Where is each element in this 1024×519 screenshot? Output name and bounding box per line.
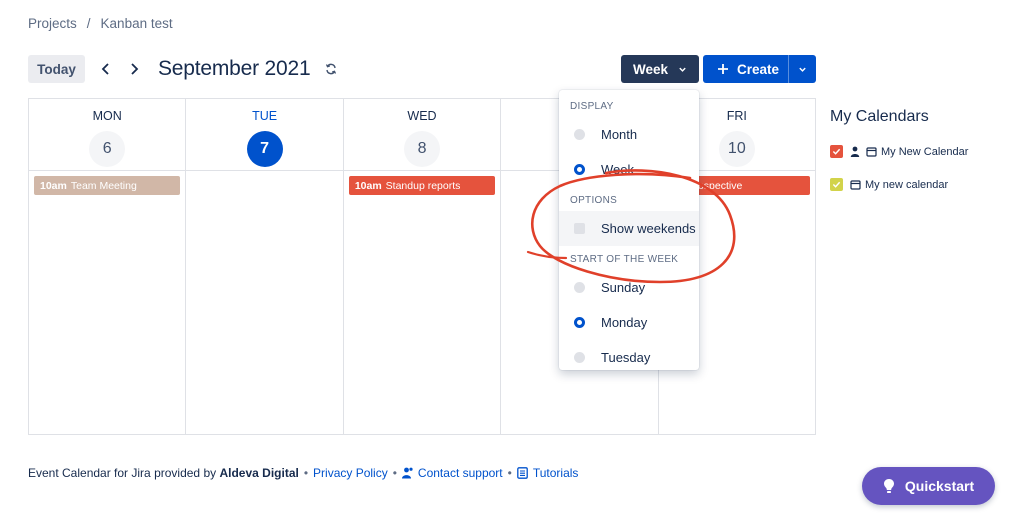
- event-title: Standup reports: [385, 179, 461, 192]
- day-column-tue[interactable]: TUE 7: [186, 99, 344, 434]
- plus-icon: [718, 64, 728, 74]
- create-menu-button[interactable]: [788, 55, 816, 83]
- radio-tuesday[interactable]: [574, 352, 585, 363]
- person-icon: [849, 146, 861, 158]
- start-option-sunday[interactable]: Sunday: [559, 270, 699, 305]
- calendar-name: My New Calendar: [881, 145, 969, 158]
- calendar-event[interactable]: 10am Standup reports: [348, 176, 496, 195]
- create-button[interactable]: Create: [703, 55, 788, 83]
- show-weekends-option[interactable]: Show weekends: [559, 211, 699, 246]
- create-button-group: Create: [703, 55, 816, 83]
- show-weekends-checkbox[interactable]: [574, 223, 585, 234]
- event-time: 10am: [354, 179, 382, 192]
- view-options-dropdown: DISPLAY Month Week OPTIONS Show weekends…: [559, 90, 699, 370]
- calendar-checkbox[interactable]: [830, 145, 843, 158]
- calendar-icon: [849, 179, 861, 191]
- lightbulb-icon: [883, 479, 894, 493]
- view-select-label: Week: [632, 61, 669, 77]
- day-number-today[interactable]: 7: [246, 131, 283, 167]
- day-header: MON 6: [29, 99, 186, 171]
- calendar-event[interactable]: 10am Team Meeting: [34, 176, 181, 195]
- chevron-down-icon: [799, 67, 806, 72]
- calendar-item[interactable]: My New Calendar: [830, 145, 968, 158]
- tutorials-icon: [517, 467, 529, 479]
- calendar-toolbar: Today September 2021: [28, 55, 340, 83]
- check-icon: [832, 181, 841, 188]
- create-button-label: Create: [737, 61, 780, 77]
- refresh-button[interactable]: [322, 60, 340, 78]
- show-weekends-label: Show weekends: [601, 221, 696, 236]
- chevron-down-icon: [679, 67, 686, 72]
- breadcrumb: Projects / Kanban test: [28, 16, 173, 31]
- day-column-mon[interactable]: MON 6 10am Team Meeting: [29, 99, 187, 434]
- day-header: TUE 7: [186, 99, 343, 171]
- radio-sunday[interactable]: [574, 282, 585, 293]
- next-week-button[interactable]: [120, 55, 148, 83]
- footer-product: Event Calendar for Jira: [28, 466, 151, 480]
- view-option-month[interactable]: Month: [559, 117, 699, 152]
- tutorials-link[interactable]: Tutorials: [533, 466, 579, 480]
- day-number[interactable]: 6: [89, 131, 126, 167]
- day-name: MON: [92, 109, 122, 123]
- footer: Event Calendar for Jira provided by Alde…: [28, 466, 578, 480]
- chevron-right-icon: [131, 63, 139, 75]
- calendar-item[interactable]: My new calendar: [830, 178, 948, 191]
- breadcrumb-projects[interactable]: Projects: [28, 16, 77, 31]
- view-option-month-label: Month: [601, 127, 638, 142]
- footer-separator: •: [392, 466, 397, 480]
- check-icon: [832, 148, 841, 155]
- chevron-left-icon: [101, 63, 109, 75]
- radio-week[interactable]: [574, 164, 585, 175]
- radio-monday[interactable]: [574, 317, 585, 328]
- view-option-week-label: Week: [601, 162, 634, 177]
- start-option-tuesday-label: Tuesday: [601, 350, 651, 365]
- quickstart-button[interactable]: Quickstart: [862, 467, 995, 505]
- start-option-monday[interactable]: Monday: [559, 305, 699, 340]
- footer-provided-by: provided by: [154, 466, 217, 480]
- day-number[interactable]: 10: [718, 131, 755, 167]
- day-number[interactable]: 8: [404, 131, 441, 167]
- prev-week-button[interactable]: [92, 55, 120, 83]
- radio-month[interactable]: [574, 129, 585, 140]
- breadcrumb-current[interactable]: Kanban test: [101, 16, 173, 31]
- start-option-monday-label: Monday: [601, 315, 648, 330]
- options-section-heading: OPTIONS: [570, 195, 618, 206]
- today-button[interactable]: Today: [28, 55, 85, 83]
- footer-separator: •: [507, 466, 512, 480]
- quickstart-label: Quickstart: [904, 478, 975, 494]
- footer-vendor: Aldeva Digital: [219, 466, 299, 480]
- display-section-heading: DISPLAY: [570, 101, 614, 112]
- day-column-wed[interactable]: WED 8 10am Standup reports: [343, 99, 502, 434]
- start-option-tuesday[interactable]: Tuesday: [559, 340, 699, 370]
- view-option-week[interactable]: Week: [559, 152, 699, 187]
- view-select-button[interactable]: Week: [621, 55, 699, 83]
- my-calendars-panel: My Calendars My New Calendar My new cale…: [830, 108, 968, 191]
- event-time: 10am: [40, 179, 67, 192]
- day-name: TUE: [252, 109, 278, 123]
- privacy-policy-link[interactable]: Privacy Policy: [313, 466, 388, 480]
- start-of-week-heading: START OF THE WEEK: [570, 254, 679, 265]
- contact-support-icon: [402, 467, 414, 479]
- calendar-icon: [865, 146, 877, 158]
- day-header: WED 8: [343, 99, 501, 171]
- footer-separator: •: [303, 466, 309, 480]
- calendar-name: My new calendar: [865, 178, 949, 191]
- my-calendars-title: My Calendars: [830, 108, 929, 125]
- calendar-checkbox[interactable]: [830, 178, 843, 191]
- day-name: WED: [407, 109, 437, 123]
- start-option-sunday-label: Sunday: [601, 280, 646, 295]
- breadcrumb-separator: /: [86, 16, 91, 31]
- contact-support-link[interactable]: Contact support: [418, 466, 503, 480]
- page-title: September 2021: [158, 57, 311, 80]
- event-title: Team Meeting: [70, 179, 137, 192]
- refresh-icon: [326, 63, 337, 75]
